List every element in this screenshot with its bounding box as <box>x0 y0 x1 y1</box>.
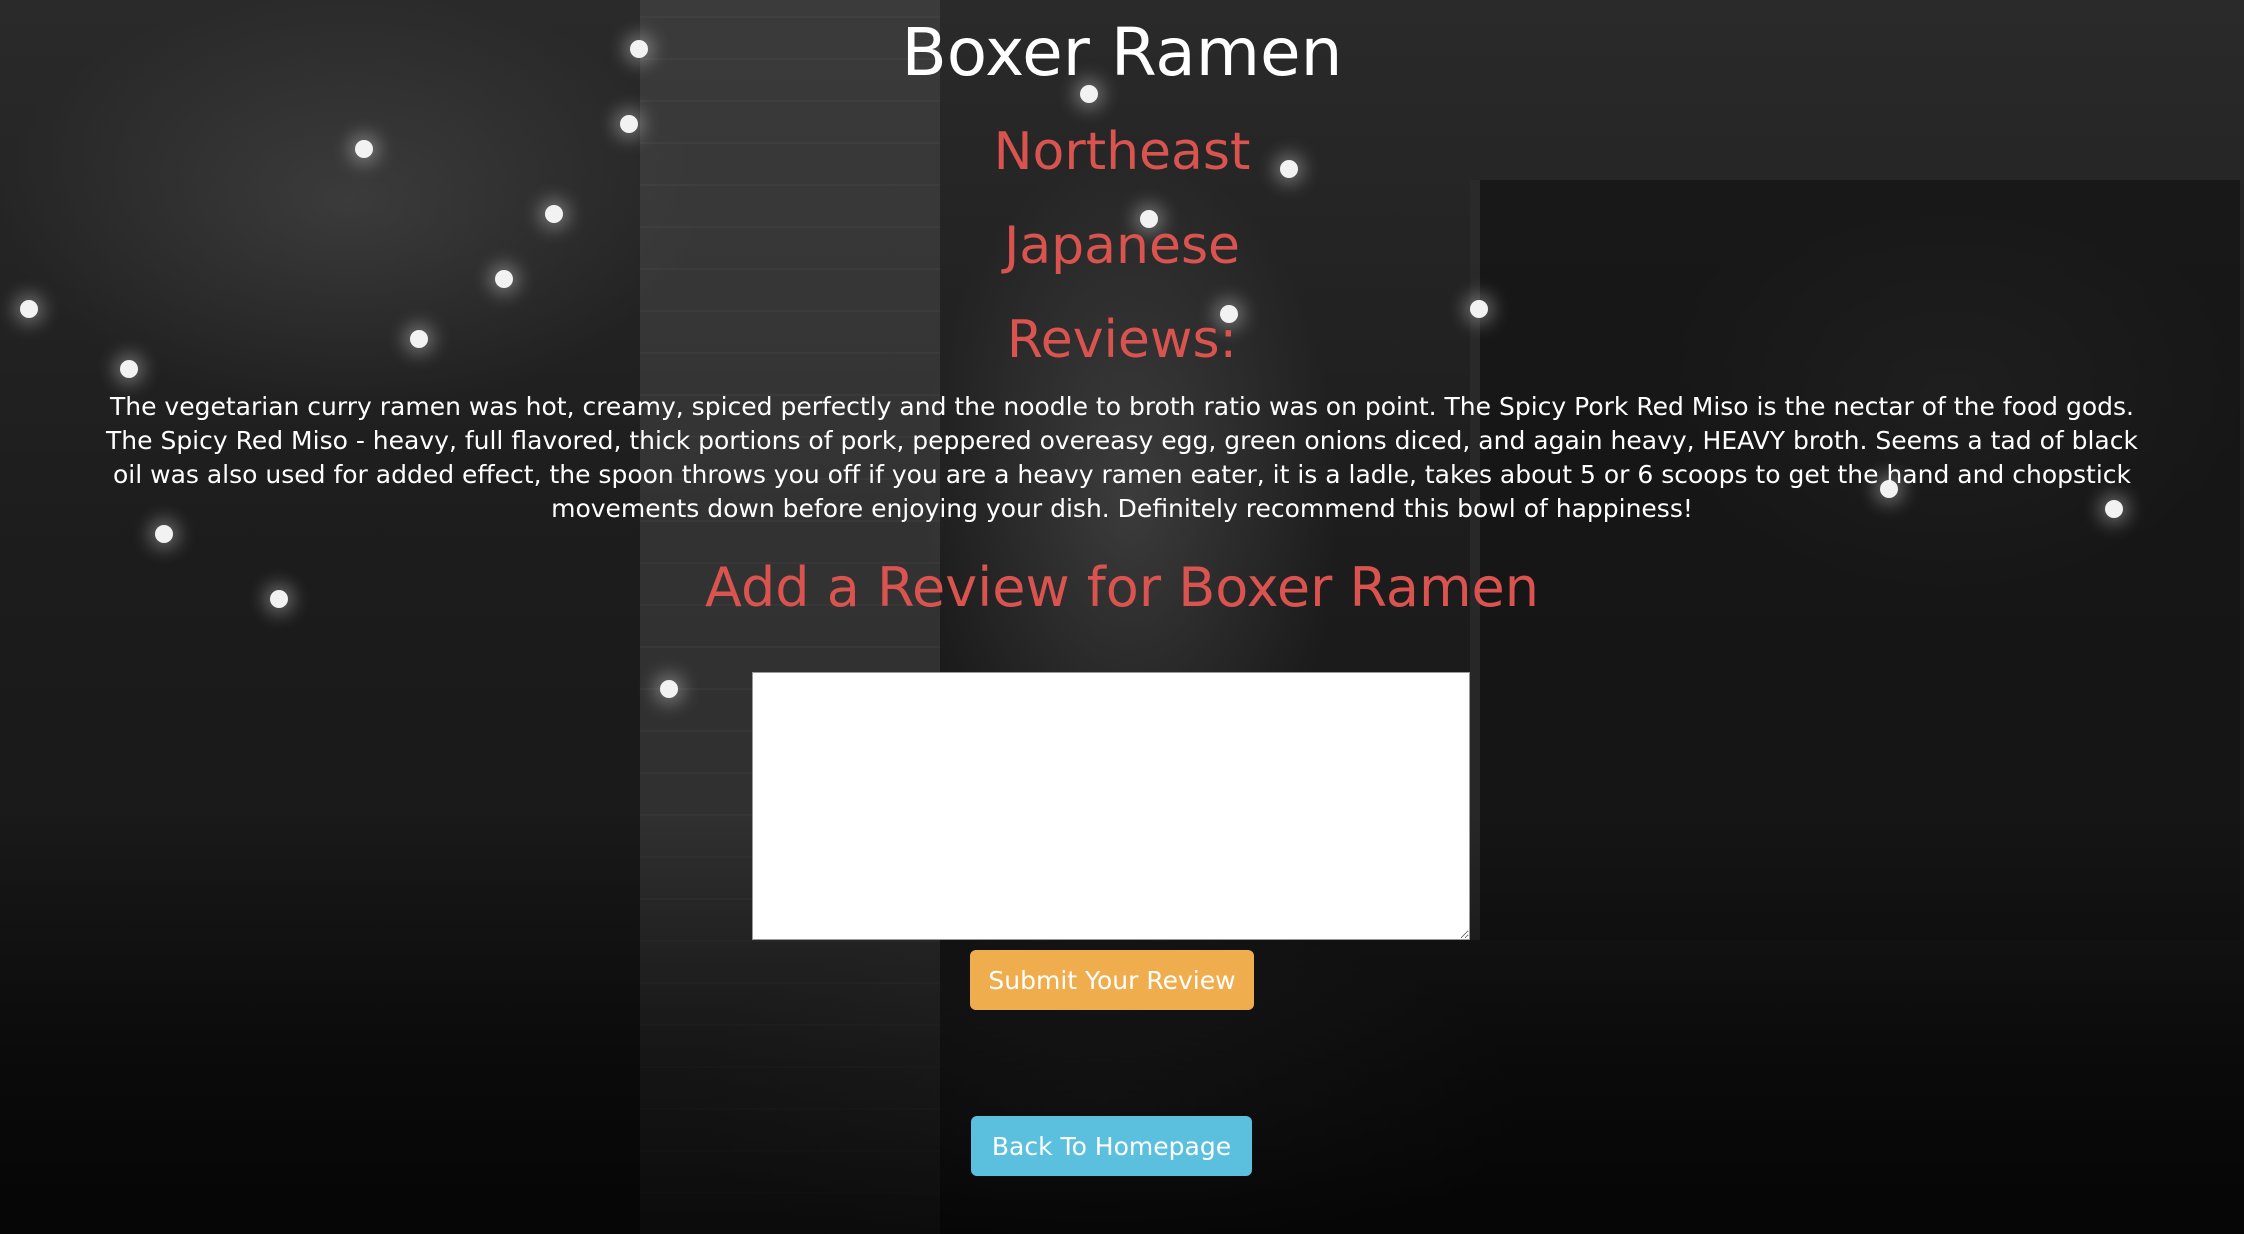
restaurant-region: Northeast <box>993 122 1251 182</box>
submit-review-button[interactable]: Submit Your Review <box>970 950 1254 1010</box>
restaurant-detail-page: Boxer Ramen Northeast Japanese Reviews: … <box>0 0 2244 1234</box>
reviews-heading: Reviews: <box>1006 310 1238 370</box>
restaurant-cuisine: Japanese <box>1003 216 1241 276</box>
review-textarea[interactable] <box>752 672 1470 940</box>
back-to-homepage-button[interactable]: Back To Homepage <box>971 1116 1252 1176</box>
review-text: The vegetarian curry ramen was hot, crea… <box>106 392 2138 523</box>
add-review-heading: Add a Review for Boxer Ramen <box>705 556 1539 619</box>
restaurant-name-title: Boxer Ramen <box>901 14 1343 91</box>
